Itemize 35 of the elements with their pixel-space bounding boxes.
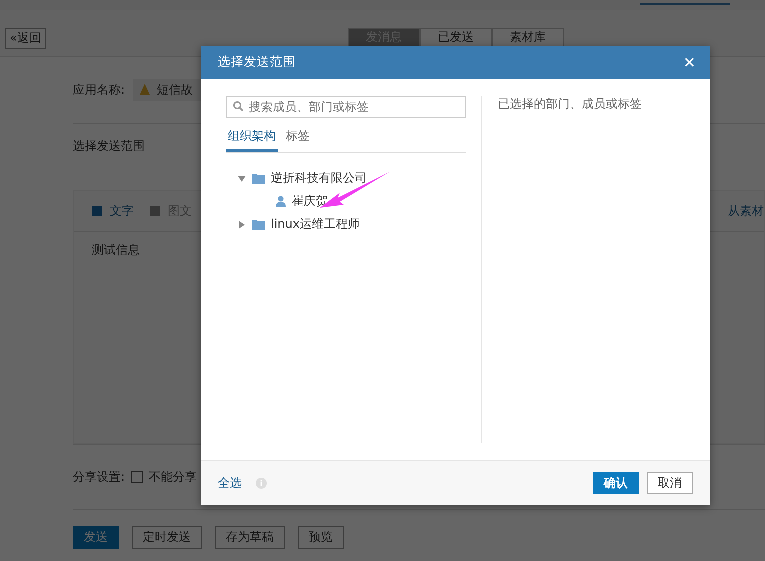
close-button[interactable]: ✕ <box>683 54 696 72</box>
info-icon <box>256 478 267 488</box>
action-button[interactable]: 发送 <box>73 526 119 549</box>
folder-icon <box>252 219 265 230</box>
caret-down-icon[interactable] <box>238 174 246 182</box>
search-icon <box>233 101 244 112</box>
select-all-link[interactable]: 全选 <box>218 474 242 492</box>
action-button[interactable]: 预览 <box>298 526 344 549</box>
caret-right-icon[interactable] <box>238 220 246 228</box>
confirm-button[interactable]: 确认 <box>593 472 639 494</box>
tree-item[interactable]: linux运维工程师 <box>271 216 360 233</box>
section-label: 选择发送范围 <box>73 138 145 154</box>
selection-hint: 已选择的部门、成员或标签 <box>498 97 642 111</box>
folder-icon <box>252 173 265 184</box>
person-icon <box>276 196 286 207</box>
tab[interactable]: 组织架构 <box>226 126 278 152</box>
tab[interactable]: 标签 <box>284 126 312 152</box>
tab[interactable]: 素材库 <box>492 28 564 47</box>
app-name: 短信故 <box>157 82 194 98</box>
tree-item[interactable]: 逆折科技有限公司 <box>271 170 367 187</box>
dialog-title: 选择发送范围 <box>218 54 296 71</box>
checkbox[interactable] <box>131 471 144 483</box>
content-type-tab[interactable]: 文字 <box>92 202 140 220</box>
back-button[interactable]: «返回 <box>5 28 46 49</box>
action-button[interactable]: 存为草稿 <box>215 526 285 549</box>
app-icon <box>139 83 152 97</box>
search-field[interactable]: 搜索成员、部门或标签 <box>226 96 466 118</box>
library-link[interactable]: 从素材 <box>728 202 764 220</box>
action-button[interactable]: 定时发送 <box>132 526 202 549</box>
share-label: 分享设置: <box>73 468 126 486</box>
tab[interactable]: 已发送 <box>420 28 492 47</box>
cancel-button[interactable]: 取消 <box>647 472 693 494</box>
checkbox-label: 不能分享 <box>149 468 198 486</box>
field-label: 应用名称: <box>73 82 126 98</box>
message-text: 测试信息 <box>91 242 141 259</box>
